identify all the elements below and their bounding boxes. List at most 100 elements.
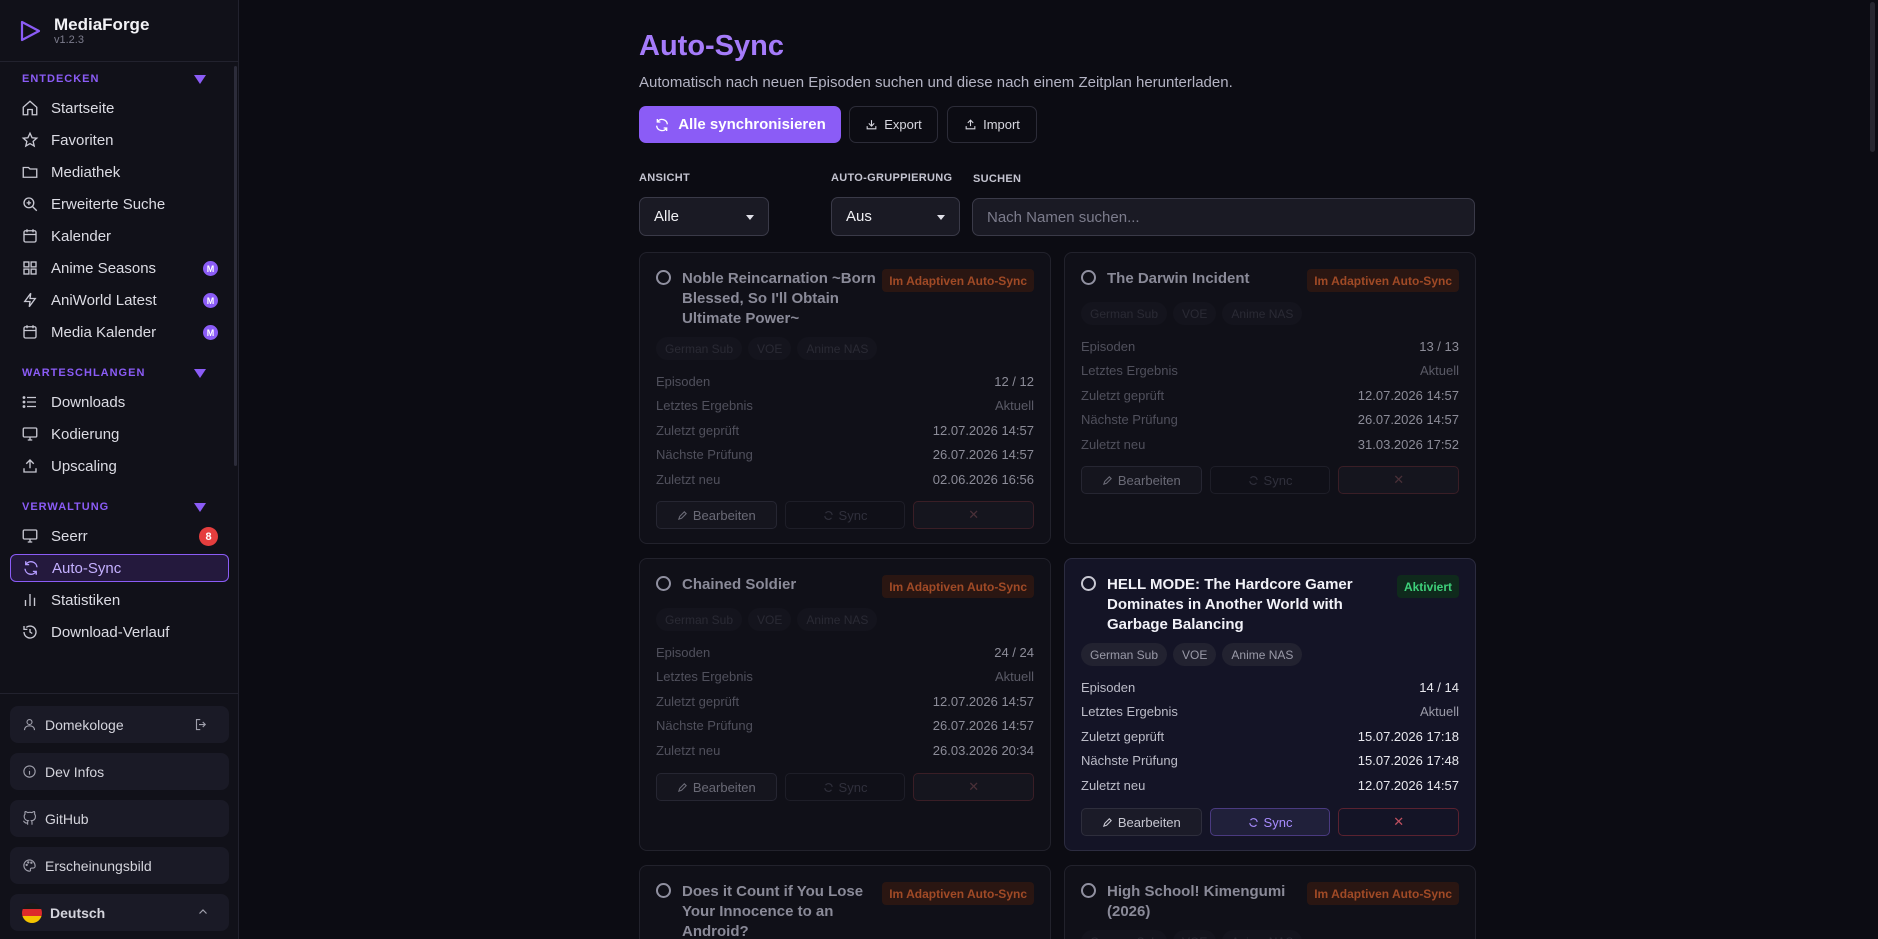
edit-button[interactable]: Bearbeiten [656, 501, 777, 529]
lightning-icon [23, 292, 37, 308]
nav-auto-sync[interactable]: Auto-Sync [10, 554, 229, 582]
tag: Anime NAS [1222, 643, 1303, 666]
nav-download-verlauf[interactable]: Download-Verlauf [10, 618, 229, 646]
group-value: Aus [846, 208, 872, 225]
nav-erweiterte-suche[interactable]: Erweiterte Suche [10, 190, 229, 218]
edit-label: Bearbeiten [692, 507, 756, 523]
sync-button[interactable]: Sync [1209, 808, 1331, 836]
tag: German Sub [1081, 302, 1168, 325]
monitor-icon [22, 427, 38, 441]
row-key: Zuletzt neu [656, 742, 721, 758]
nav-label: Downloads [51, 393, 126, 411]
github-icon [23, 811, 37, 825]
logout-icon[interactable] [194, 717, 209, 732]
select-checkbox[interactable] [1081, 270, 1096, 285]
nav-anime-seasons[interactable]: Anime Seasons M [10, 254, 229, 282]
sync-all-button[interactable]: Alle synchronisieren [639, 106, 841, 143]
calendar-icon [23, 325, 37, 339]
grid-icon [23, 261, 37, 275]
card-actions: Bearbeiten Sync ✕ [656, 773, 1035, 801]
sync-label: Sync [838, 779, 868, 795]
nav-aniworld-latest[interactable]: AniWorld Latest M [10, 286, 229, 314]
page-scrollbar[interactable] [1870, 2, 1875, 152]
user-button[interactable]: Domekologe [10, 706, 229, 743]
sidebar-scrollbar[interactable] [234, 66, 237, 466]
dev-infos-button[interactable]: Dev Infos [10, 753, 229, 790]
info-rows: Episoden 14 / 14 Letztes Ergebnis Aktuell … [1081, 675, 1459, 798]
nav-label: Auto-Sync [52, 559, 122, 577]
nav-favoriten[interactable]: Favoriten [10, 126, 229, 154]
pencil-icon [1102, 475, 1112, 485]
section-verwaltung[interactable]: VERWALTUNG [0, 494, 239, 520]
nav-kalender[interactable]: Kalender [10, 222, 229, 250]
sync-card: The Darwin Incident Im Adaptiven Auto-Sy… [1064, 252, 1476, 544]
select-checkbox[interactable] [1081, 576, 1096, 591]
last-checked-value: 12.07.2026 14:57 [1357, 387, 1459, 403]
tag: VOE [1173, 930, 1217, 939]
brand[interactable]: MediaForge v1.2.3 [0, 0, 238, 62]
refresh-icon [823, 782, 833, 792]
sidebar-nav: ENTDECKEN Startseite Favoriten Mediathek… [0, 62, 239, 692]
user-icon [23, 718, 36, 731]
section-entdecken[interactable]: ENTDECKEN [0, 66, 239, 92]
caret-down-icon [937, 215, 945, 220]
nav-startseite[interactable]: Startseite [10, 94, 229, 122]
calendar-icon [23, 229, 37, 243]
user-name: Domekologe [45, 716, 124, 733]
nav-kodierung[interactable]: Kodierung [10, 420, 229, 448]
next-check-value: 26.07.2026 14:57 [932, 718, 1034, 734]
bar-chart-icon [24, 594, 36, 606]
delete-button[interactable]: ✕ [913, 773, 1035, 801]
delete-button[interactable]: ✕ [1338, 466, 1460, 494]
export-label: Export [884, 117, 922, 132]
github-label: GitHub [45, 810, 89, 827]
section-title: VERWALTUNG [22, 501, 110, 513]
select-checkbox[interactable] [656, 576, 671, 591]
search-input[interactable] [972, 198, 1475, 236]
edit-button[interactable]: Bearbeiten [1081, 808, 1202, 836]
appearance-button[interactable]: Erscheinungsbild [10, 847, 229, 884]
import-button[interactable]: Import [947, 106, 1037, 143]
row-key: Zuletzt neu [656, 471, 721, 487]
nav-media-kalender[interactable]: Media Kalender M [10, 318, 229, 346]
nav-downloads[interactable]: Downloads [10, 388, 229, 416]
tag: VOE [1173, 302, 1217, 325]
nav-upscaling[interactable]: Upscaling [10, 452, 229, 480]
group-select[interactable]: Aus [831, 197, 960, 236]
app-version: v1.2.3 [54, 33, 84, 46]
nav-statistiken[interactable]: Statistiken [10, 586, 229, 614]
edit-button[interactable]: Bearbeiten [656, 773, 777, 801]
delete-button[interactable]: ✕ [1338, 808, 1460, 836]
sync-label: Sync [838, 507, 868, 523]
view-select[interactable]: Alle [639, 197, 769, 236]
last-new-value: 02.06.2026 16:56 [932, 471, 1034, 487]
select-checkbox[interactable] [656, 883, 671, 898]
language-selector[interactable]: Deutsch [10, 894, 229, 931]
tag-list: German Sub VOE Anime NAS [1081, 643, 1308, 666]
select-checkbox[interactable] [656, 270, 671, 285]
sync-card: High School! Kimengumi (2026) Im Adaptiv… [1064, 865, 1476, 939]
delete-button[interactable]: ✕ [913, 501, 1035, 529]
group-label: AUTO-GRUPPIERUNG [831, 172, 953, 184]
edit-button[interactable]: Bearbeiten [1081, 466, 1202, 494]
page-title: Auto-Sync [639, 30, 784, 62]
sync-card: Does it Count if You Lose Your Innocence… [639, 865, 1051, 939]
sync-button[interactable]: Sync [784, 501, 906, 529]
upload-icon [965, 119, 976, 130]
section-warteschlangen[interactable]: WARTESCHLANGEN [0, 360, 239, 386]
section-title: WARTESCHLANGEN [22, 367, 146, 379]
tag: Anime NAS [1222, 302, 1303, 325]
status-badge: Im Adaptiven Auto-Sync [882, 575, 1034, 598]
github-button[interactable]: GitHub [10, 800, 229, 837]
edit-label: Bearbeiten [692, 779, 756, 795]
star-icon [21, 131, 39, 148]
nav-seerr[interactable]: Seerr 8 [10, 522, 229, 550]
sync-button[interactable]: Sync [784, 773, 906, 801]
card-actions: Bearbeiten Sync ✕ [656, 501, 1035, 529]
nav-mediathek[interactable]: Mediathek [10, 158, 229, 186]
select-checkbox[interactable] [1081, 883, 1096, 898]
sync-button[interactable]: Sync [1209, 466, 1331, 494]
export-button[interactable]: Export [849, 106, 938, 143]
card-title: Does it Count if You Lose Your Innocence… [682, 883, 864, 939]
m-badge: M [203, 293, 218, 308]
